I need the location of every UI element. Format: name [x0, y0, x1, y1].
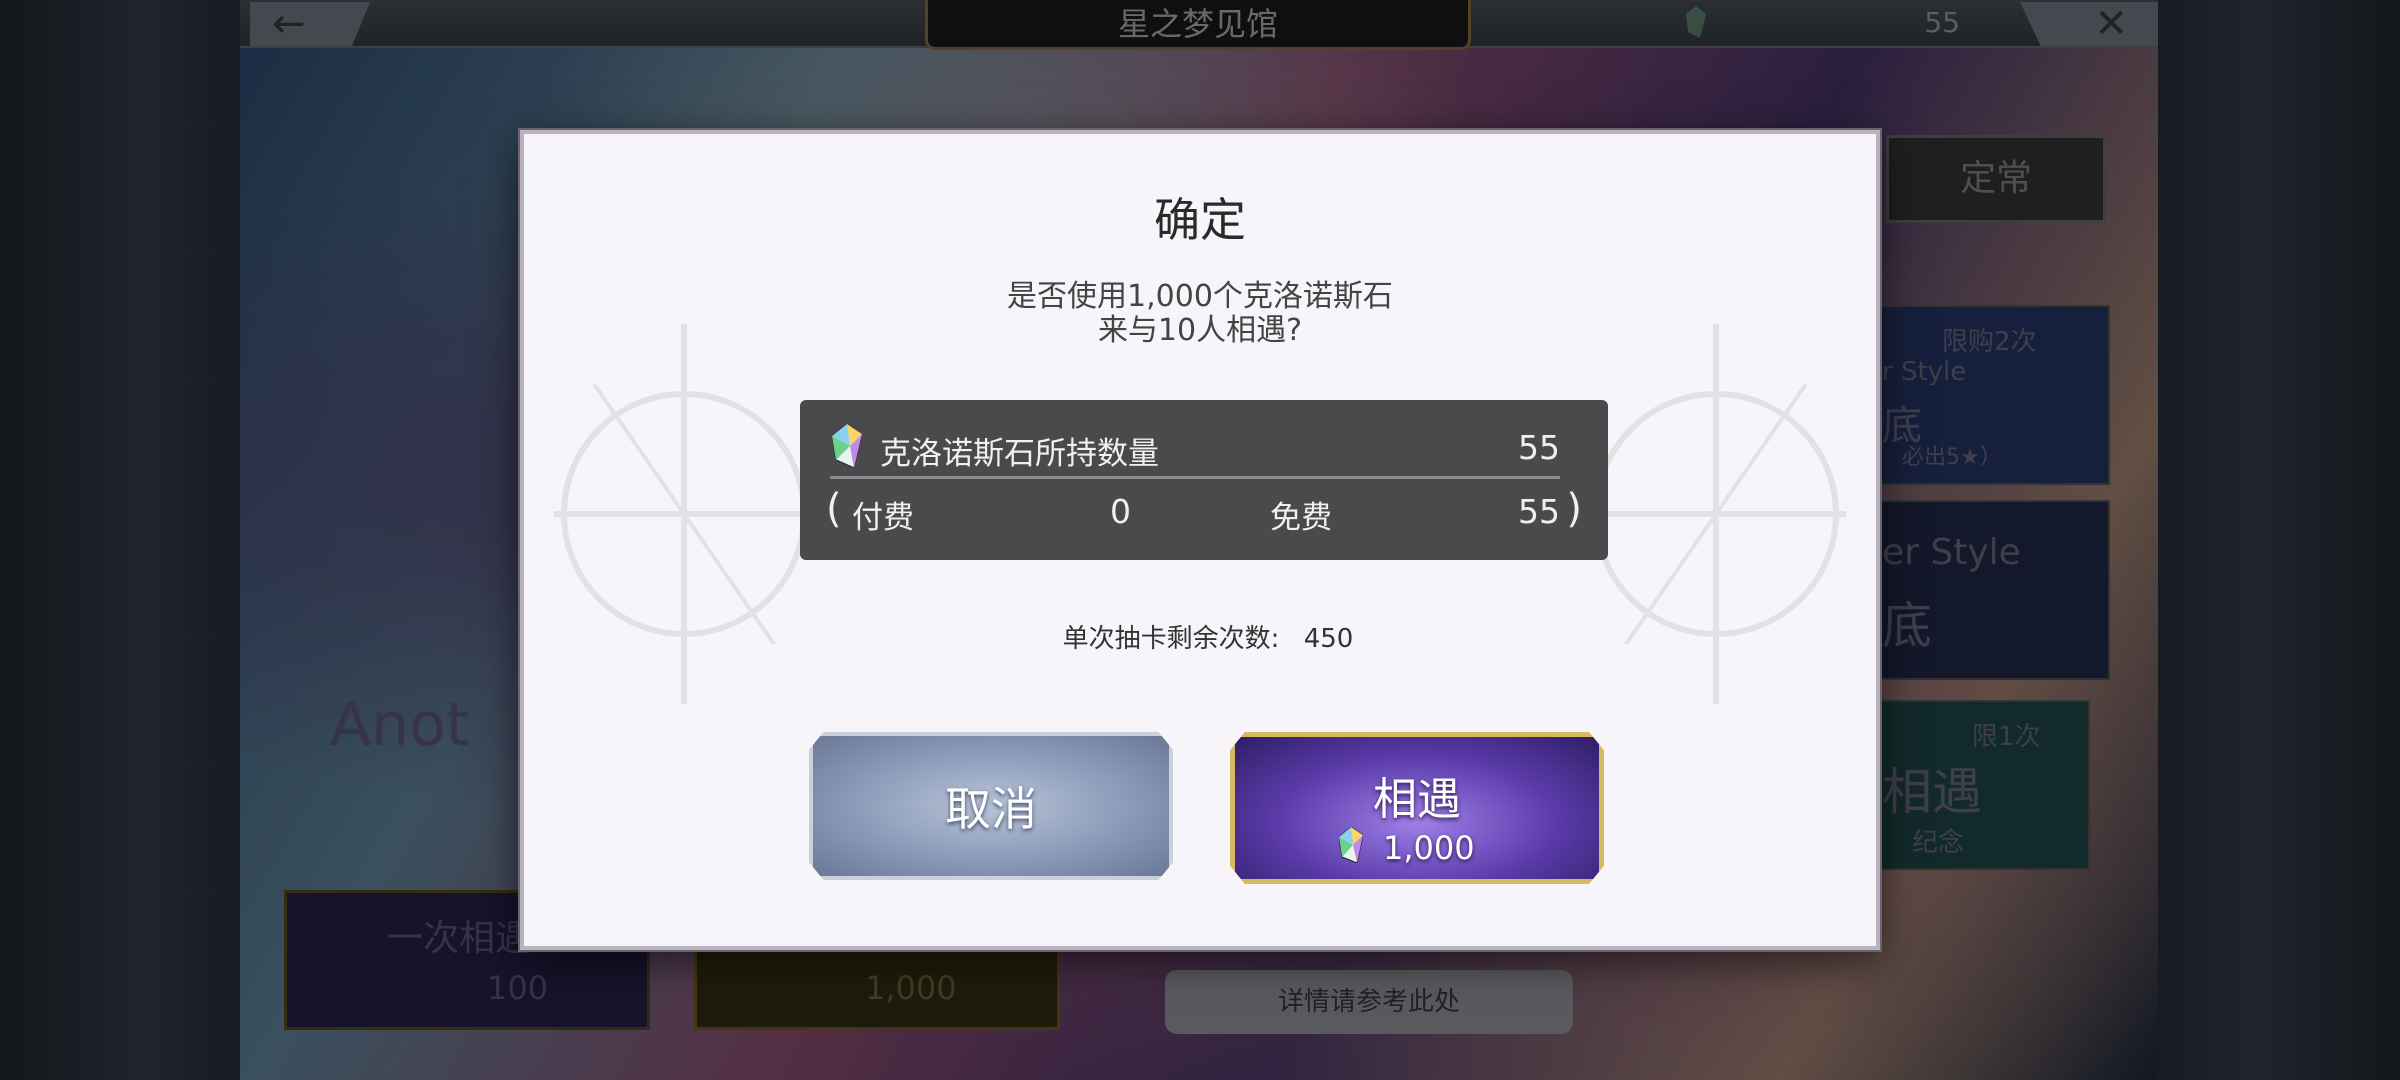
meet-label: 相遇 [1373, 774, 1461, 825]
screen: ← 星之梦见馆 55 ✕ 定常 限购2次 r Style 底 必出5★） er … [0, 0, 2400, 1080]
meet-button[interactable]: 相遇 1,000 [1230, 732, 1604, 884]
stone-total-value: 55 [1518, 428, 1560, 467]
message-line-2: 来与10人相遇? [1097, 313, 1303, 348]
message-line-1: 是否使用1,000个克洛诺斯石 [1007, 279, 1393, 314]
cancel-button[interactable]: 取消 [809, 732, 1173, 880]
free-value: 55 [1518, 492, 1560, 531]
dialog-title: 确定 [1154, 193, 1246, 247]
stone-count-label: 克洛诺斯石所持数量 [880, 436, 1159, 472]
paren-close: ) [1566, 486, 1582, 532]
stone-balance-panel: 克洛诺斯石所持数量 55 ( 付费 0 免费 55 ) [800, 400, 1608, 560]
chronos-stone-icon [1339, 827, 1363, 863]
remaining-draws: 单次抽卡剩余次数: 450 [524, 618, 1876, 655]
remaining-draws-value: 450 [1303, 624, 1354, 654]
paid-value: 0 [1110, 492, 1131, 531]
cancel-label: 取消 [945, 782, 1037, 836]
meet-cost: 1,000 [1383, 829, 1475, 867]
paren-open: ( [826, 486, 842, 532]
divider [830, 476, 1560, 479]
free-label: 免费 [1270, 500, 1332, 536]
dialog-message: 是否使用1,000个克洛诺斯石 来与10人相遇? [524, 280, 1876, 348]
remaining-draws-label: 单次抽卡剩余次数: [1062, 624, 1280, 654]
chronos-stone-icon [832, 424, 862, 468]
paid-label: 付费 [852, 500, 914, 536]
confirm-dialog: 确定 是否使用1,000个克洛诺斯石 来与10人相遇? 克洛诺斯石所持数量 55… [520, 130, 1880, 950]
